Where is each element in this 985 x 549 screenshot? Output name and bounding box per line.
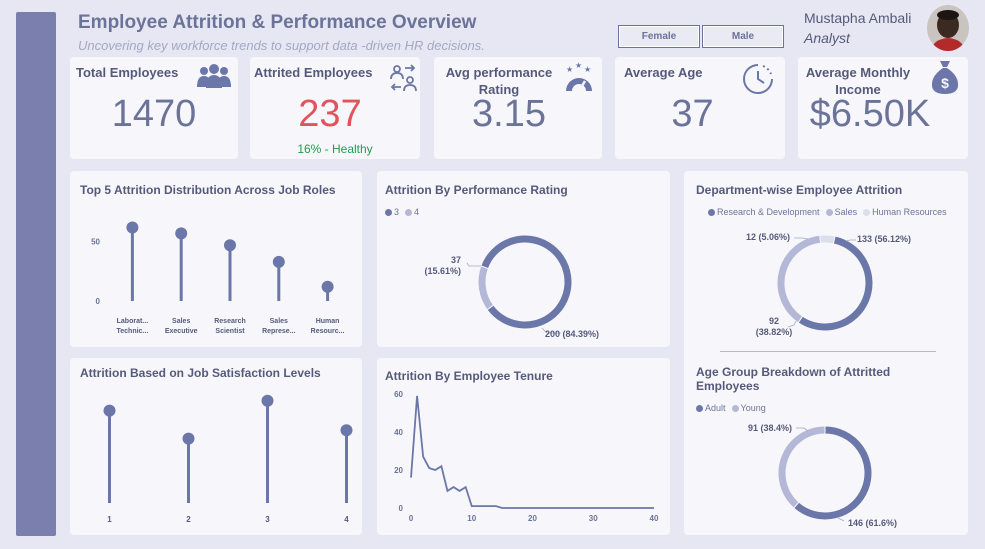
age-slice xyxy=(792,425,873,521)
job-role-ytick: 0 xyxy=(96,297,101,306)
department-age-card: Department-wise Employee Attrition Resea… xyxy=(684,171,968,535)
job-role-dot xyxy=(272,255,285,268)
tenure-xtick: 20 xyxy=(528,514,537,523)
job-roles-chart: 0 50 Laborat... Technic... Sales Executive Res… xyxy=(91,221,345,335)
tenure-xtick: 0 xyxy=(409,514,414,523)
dept-slice xyxy=(776,234,822,324)
perf-data-label: 37 xyxy=(451,255,461,265)
job-role-xlabel: Human xyxy=(316,318,340,325)
perf-rating-donut: 200 (84.39%) 37(15.61%) xyxy=(424,234,599,339)
job-satisfaction-card: Attrition Based on Job Satisfaction Leve… xyxy=(70,358,362,535)
avg-age-value: 37 xyxy=(671,93,714,135)
avg-income-value: $6.50K xyxy=(809,93,931,135)
age-data-label: 146 (61.6%) xyxy=(848,518,897,528)
attrition-rate-status: 16% - Healthy xyxy=(297,142,373,156)
attrited-employees-label: Attrited Employees xyxy=(254,65,373,80)
job-role-xlabel: Sales xyxy=(270,318,288,325)
dept-data-label: 12 (5.06%) xyxy=(746,232,790,242)
total-employees-label: Total Employees xyxy=(76,65,179,80)
gauge-stars-icon: ★ ★ ★ xyxy=(566,61,592,92)
clock-icon xyxy=(743,64,773,94)
dept-leader xyxy=(794,237,809,240)
user-role: Analyst xyxy=(804,30,850,46)
job-satisfaction-chart: 0204060801234 xyxy=(103,394,353,524)
page-title: Employee Attrition & Performance Overvie… xyxy=(78,12,477,33)
satisfaction-dot xyxy=(103,404,116,417)
tenure-xtick: 10 xyxy=(467,514,476,523)
perf-data-label: (15.61%) xyxy=(424,266,461,276)
job-roles-card: Top 5 Attrition Distribution Across Job … xyxy=(70,171,362,347)
tenure-ytick: 40 xyxy=(394,428,403,437)
tenure-line xyxy=(410,395,654,509)
money-bag-icon: $ xyxy=(931,61,959,94)
svg-text:★: ★ xyxy=(566,65,573,74)
job-role-xlabel: Scientist xyxy=(215,328,245,335)
job-role-dot xyxy=(175,227,188,240)
satisfaction-xlabel: 4 xyxy=(344,515,349,524)
perf-rating-card: Attrition By Performance Rating 3 4 200 … xyxy=(377,171,670,347)
attrited-employees-value: 237 xyxy=(298,93,362,135)
tenure-xtick: 40 xyxy=(650,514,659,523)
tenure-ytick: 20 xyxy=(394,466,403,475)
job-role-xlabel: Executive xyxy=(165,328,198,335)
satisfaction-dot xyxy=(261,394,274,407)
job-role-xlabel: Resourc... xyxy=(311,328,345,335)
avg-age-label: Average Age xyxy=(624,65,703,80)
perf-slice xyxy=(480,234,573,330)
svg-text:$: $ xyxy=(941,75,949,91)
dept-slice xyxy=(797,235,874,332)
tenure-xtick: 30 xyxy=(589,514,598,523)
job-role-dot xyxy=(126,221,139,234)
age-group-donut: 146 (61.6%) 91 (38.4%) xyxy=(748,423,897,528)
department-donut: 133 (56.12%) 92(38.82%) 12 (5.06%) xyxy=(746,232,911,337)
avg-income-card: Average Monthly Income $ $6.50K xyxy=(798,57,968,159)
tenure-card: Attrition By Employee Tenure 0 20 40 60 0 10 2… xyxy=(377,358,670,535)
satisfaction-xlabel: 1 xyxy=(107,515,112,524)
avg-rating-card: Avg performance Rating ★ ★ ★ 3.15 xyxy=(434,57,602,159)
filter-female-button[interactable]: Female xyxy=(618,25,700,48)
dept-data-label: (38.82%) xyxy=(756,327,793,337)
avg-rating-value: 3.15 xyxy=(472,93,546,135)
total-employees-card: Total Employees 1470 xyxy=(70,57,238,159)
dept-slice xyxy=(819,234,836,245)
job-role-xlabel: Laborat... xyxy=(117,318,149,325)
divider xyxy=(720,351,936,352)
job-role-xlabel: Sales xyxy=(172,318,190,325)
perf-leader xyxy=(466,262,481,267)
job-role-ytick: 50 xyxy=(91,238,100,247)
attrited-employees-card: Attrited Employees 237 16% - Healthy xyxy=(250,57,420,159)
total-employees-value: 1470 xyxy=(111,93,197,135)
satisfaction-xlabel: 2 xyxy=(186,515,191,524)
dept-data-label: 92 xyxy=(769,316,779,326)
tenure-ytick: 0 xyxy=(399,504,404,513)
people-swap-icon xyxy=(390,64,417,92)
job-role-dot xyxy=(321,280,334,293)
avg-age-card: Average Age 37 xyxy=(615,57,785,159)
svg-text:★: ★ xyxy=(575,61,582,70)
dept-data-label: 133 (56.12%) xyxy=(857,234,911,244)
satisfaction-dot xyxy=(340,424,353,437)
svg-text:★: ★ xyxy=(584,65,591,74)
people-group-icon xyxy=(197,64,231,88)
age-leader xyxy=(837,517,845,522)
tenure-ytick: 60 xyxy=(394,390,403,399)
page-subtitle: Uncovering key workforce trends to suppo… xyxy=(78,38,485,53)
job-role-xlabel: Represe... xyxy=(262,328,296,335)
age-slice xyxy=(777,425,826,509)
avatar xyxy=(927,5,969,51)
sidebar xyxy=(16,12,56,536)
job-role-xlabel: Technic... xyxy=(117,328,149,335)
satisfaction-xlabel: 3 xyxy=(265,515,270,524)
age-data-label: 91 (38.4%) xyxy=(748,423,792,433)
job-role-xlabel: Research xyxy=(214,318,246,325)
perf-slice xyxy=(477,265,495,311)
perf-data-label: 200 (84.39%) xyxy=(545,329,599,339)
filter-male-button[interactable]: Male xyxy=(702,25,784,48)
job-role-dot xyxy=(224,239,236,252)
satisfaction-dot xyxy=(182,432,195,445)
user-name: Mustapha Ambali xyxy=(804,10,912,26)
tenure-chart: 0 20 40 60 0 10 20 30 40 xyxy=(394,390,659,523)
